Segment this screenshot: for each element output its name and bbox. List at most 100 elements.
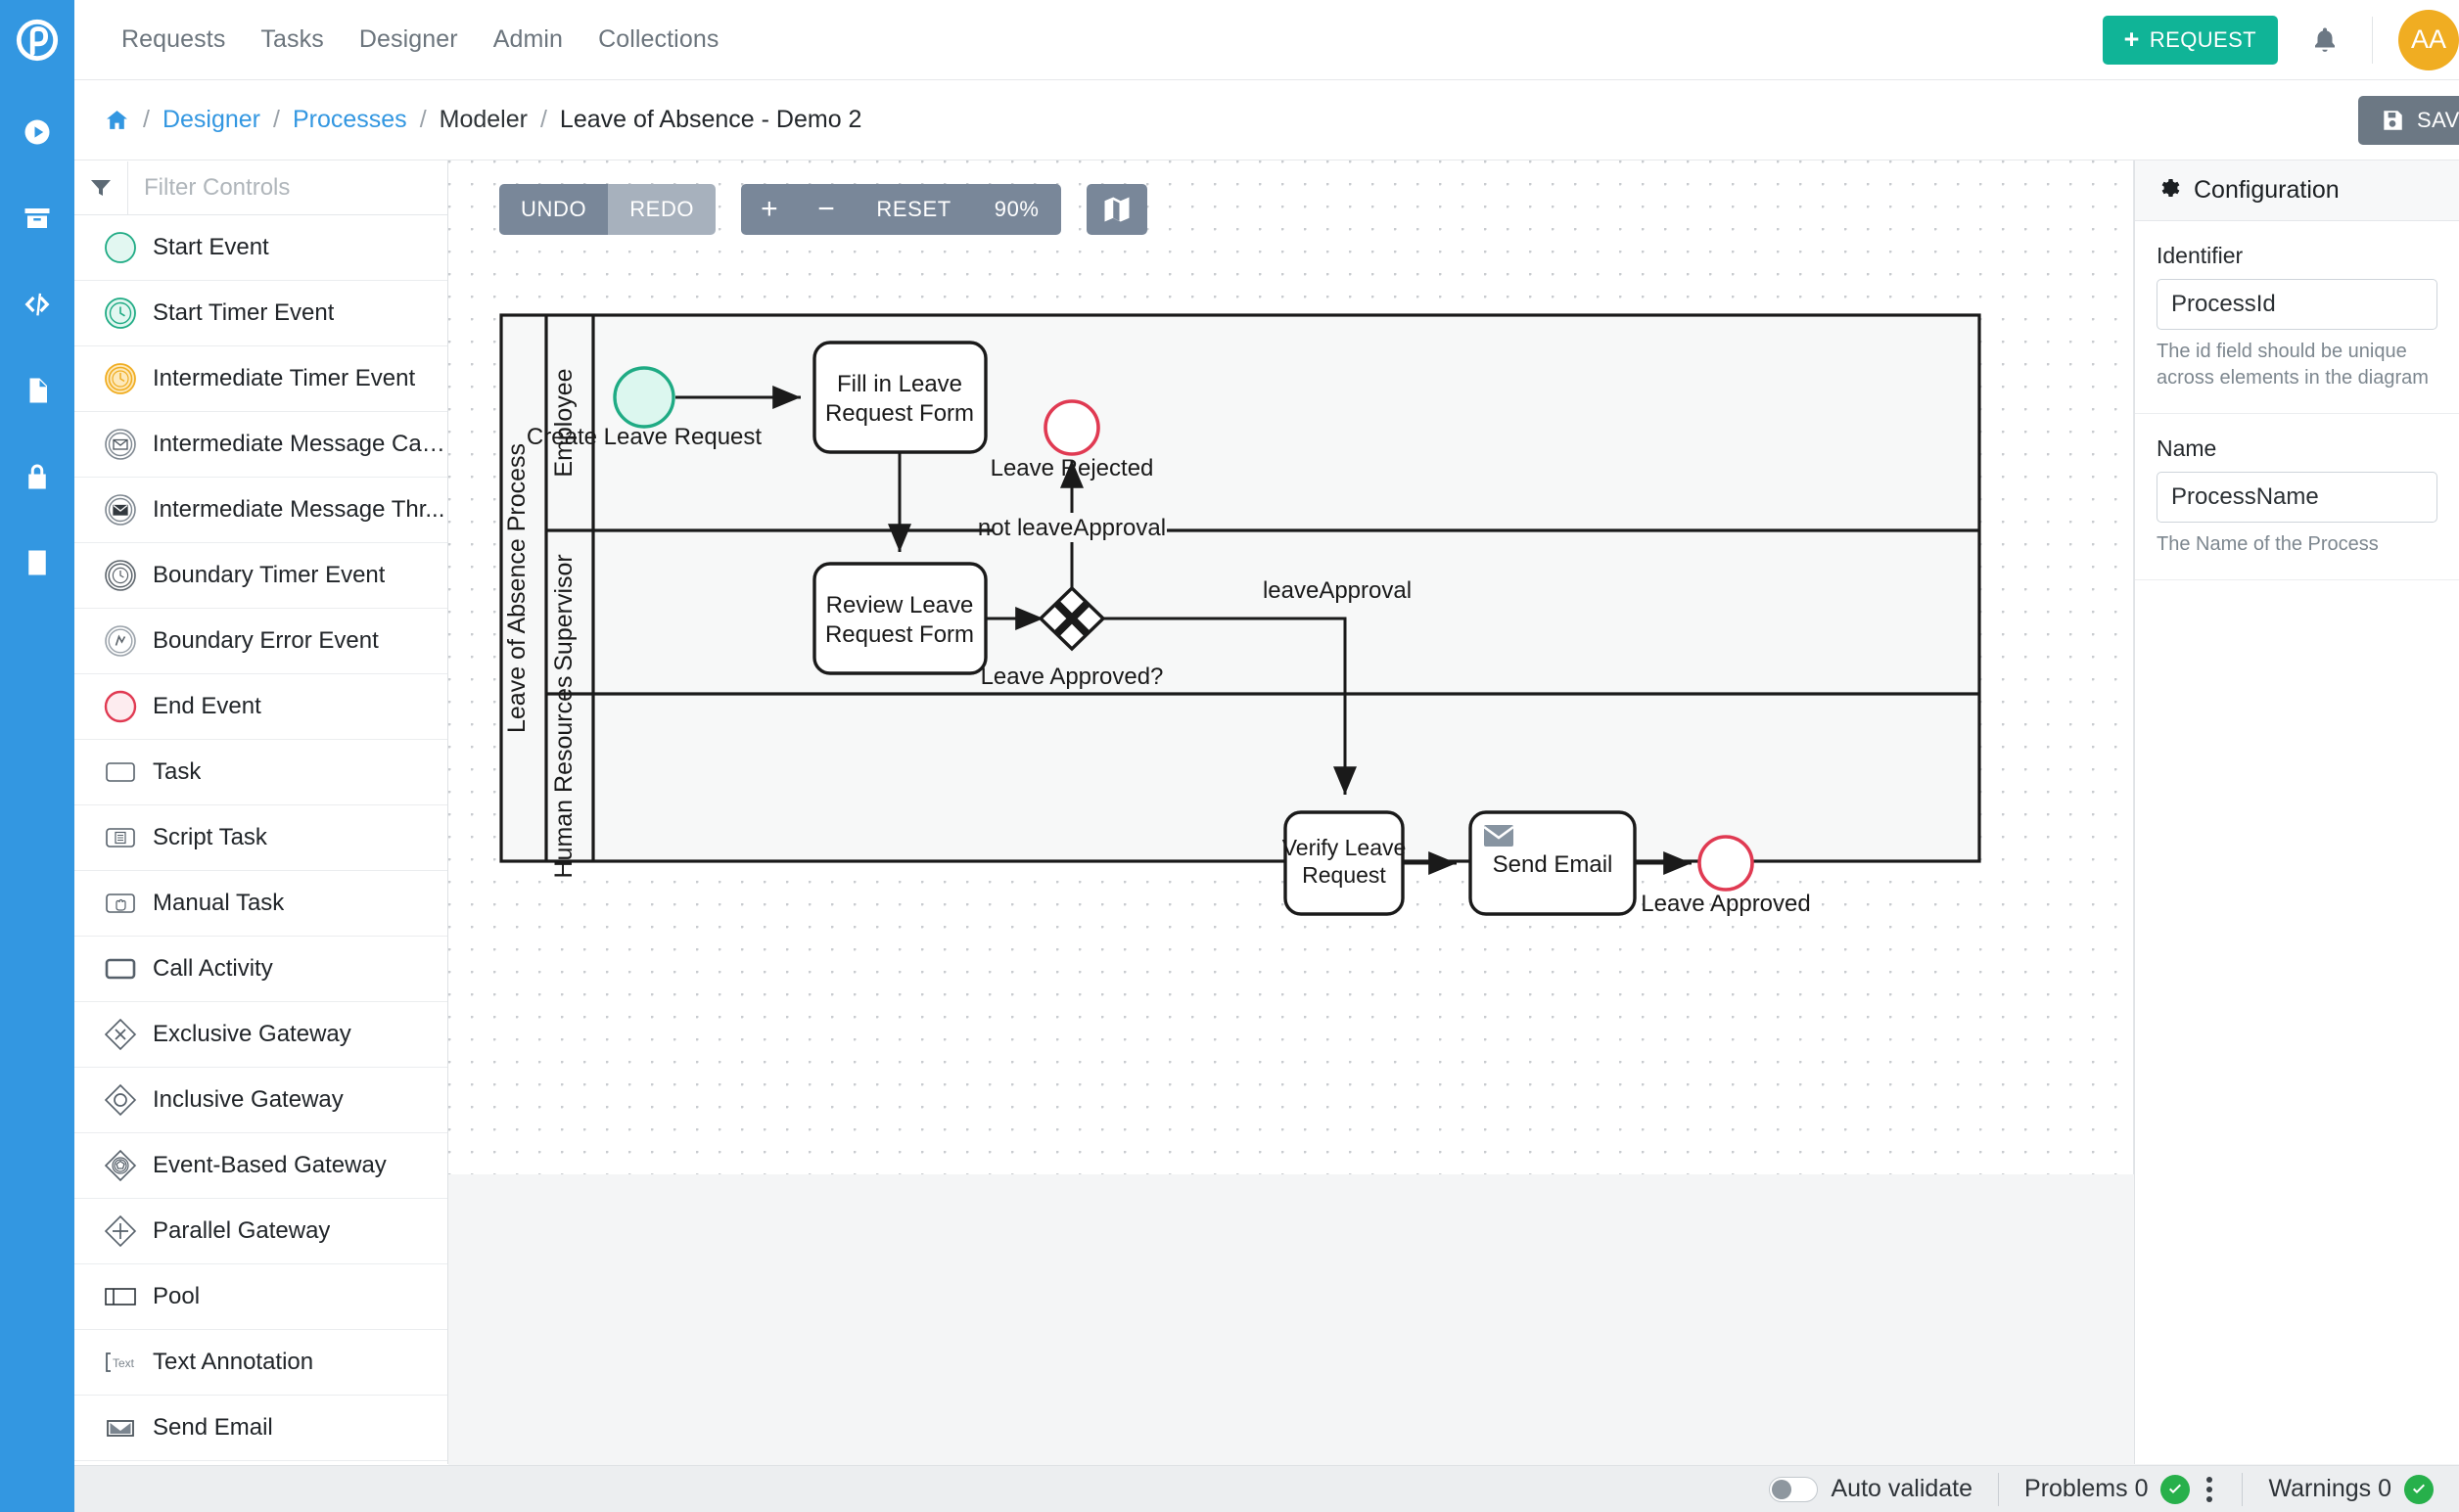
palette-item-call-activity[interactable]: Call Activity: [74, 937, 447, 1002]
palette-item-manual-task[interactable]: Manual Task: [74, 871, 447, 937]
palette-item-intermediate-message-cat[interactable]: Intermediate Message Cat...: [74, 412, 447, 478]
palette-item-label: End Event: [153, 693, 261, 719]
code-icon[interactable]: [0, 270, 74, 339]
palette-item-send-email[interactable]: Send Email: [74, 1396, 447, 1461]
breadcrumb-separator-3: /: [419, 106, 427, 133]
svg-text:Verify Leave: Verify Leave: [1282, 835, 1407, 860]
bell-icon[interactable]: [2278, 23, 2372, 57]
filter-icon: [74, 176, 127, 200]
start-event-icon: [88, 228, 153, 267]
breadcrumb-processes[interactable]: Processes: [293, 106, 407, 134]
breadcrumb-separator-2: /: [273, 106, 280, 133]
palette-item-label: Pool: [153, 1283, 201, 1309]
palette-item-label: Exclusive Gateway: [153, 1021, 351, 1047]
main-nav: Requests Tasks Designer Admin Collection…: [104, 25, 736, 54]
palette-item-start-event[interactable]: Start Event: [74, 215, 447, 281]
auto-validate-toggle[interactable]: [1769, 1476, 1819, 1502]
palette-item-boundary-timer-event[interactable]: Boundary Timer Event: [74, 543, 447, 609]
palette-item-text-annotation[interactable]: Text Text Annotation: [74, 1330, 447, 1396]
redo-button[interactable]: REDO: [608, 184, 717, 235]
palette-item-boundary-error-event[interactable]: Boundary Error Event: [74, 609, 447, 674]
configuration-panel: Configuration Identifier The id field sh…: [2134, 160, 2459, 1464]
identifier-input[interactable]: [2157, 279, 2437, 330]
svg-text:Text: Text: [113, 1356, 135, 1370]
manual-task-icon: [88, 884, 153, 923]
save-button[interactable]: SAVE: [2357, 96, 2459, 145]
palette-item-label: Script Task: [153, 824, 267, 850]
name-input[interactable]: [2157, 472, 2437, 523]
palette-item-label: Intermediate Timer Event: [153, 365, 416, 391]
boundary-error-event-icon: [88, 621, 153, 661]
home-icon[interactable]: [104, 105, 130, 136]
palette-item-label: Start Timer Event: [153, 299, 335, 326]
start-timer-event-icon: [88, 294, 153, 333]
call-activity-icon: [88, 949, 153, 988]
left-icon-rail: [0, 0, 74, 1512]
zoom-in-button[interactable]: +: [741, 184, 799, 235]
nav-item-tasks[interactable]: Tasks: [243, 25, 341, 54]
filter-controls-input[interactable]: [127, 160, 447, 214]
svg-text:Request Form: Request Form: [825, 400, 974, 427]
palette-item-event-based-gateway[interactable]: Event-Based Gateway: [74, 1133, 447, 1199]
check-circle-icon: [2160, 1474, 2191, 1504]
palette-item-parallel-gateway[interactable]: Parallel Gateway: [74, 1199, 447, 1264]
end-event-leave-approved: [1697, 835, 1754, 892]
app-logo[interactable]: [0, 0, 74, 80]
book-icon[interactable]: [0, 528, 74, 597]
palette-item-start-timer-event[interactable]: Start Timer Event: [74, 281, 447, 346]
breadcrumb-designer[interactable]: Designer: [162, 106, 260, 134]
bpmn-diagram[interactable]: Leave of Absence Process Employee Superv…: [448, 160, 2134, 1174]
document-icon[interactable]: [0, 356, 74, 425]
controls-palette: Start Event Start Timer Event Intermediate…: [74, 160, 448, 1464]
pool-label: Leave of Absence Process: [503, 443, 531, 733]
breadcrumb: / Designer / Processes / Modeler / Leave…: [104, 105, 861, 136]
nav-item-requests[interactable]: Requests: [104, 25, 243, 54]
svg-text:Review Leave: Review Leave: [826, 592, 974, 619]
undo-button[interactable]: UNDO: [499, 184, 609, 235]
lock-icon[interactable]: [0, 442, 74, 511]
archive-icon[interactable]: [0, 184, 74, 252]
intermediate-timer-event-icon: [88, 359, 153, 398]
nav-item-admin[interactable]: Admin: [476, 25, 580, 54]
palette-item-end-event[interactable]: End Event: [74, 674, 447, 740]
problems-menu-icon[interactable]: [2203, 1476, 2216, 1502]
palette-item-exclusive-gateway[interactable]: Exclusive Gateway: [74, 1002, 447, 1068]
palette-item-label: Intermediate Message Thr...: [153, 496, 445, 523]
zoom-level-label: 90%: [972, 184, 1061, 235]
send-email-icon: [88, 1408, 153, 1447]
identifier-help: The id field should be unique across ele…: [2157, 341, 2429, 389]
nav-item-designer[interactable]: Designer: [342, 25, 476, 54]
warnings-label: Warnings 0: [2268, 1475, 2391, 1502]
palette-item-label: Manual Task: [153, 890, 285, 916]
problems-label: Problems 0: [2024, 1475, 2149, 1502]
palette-item-script-task[interactable]: Script Task: [74, 805, 447, 871]
boundary-timer-event-icon: [88, 556, 153, 595]
problems-item[interactable]: Problems 0: [1999, 1474, 2242, 1504]
palette-item-intermediate-message-thr[interactable]: Intermediate Message Thr...: [74, 478, 447, 543]
page-title: Leave of Absence - Demo 2: [559, 106, 862, 133]
breadcrumb-modeler[interactable]: Modeler: [440, 106, 528, 134]
palette-item-label: Boundary Timer Event: [153, 562, 386, 588]
modeler-canvas[interactable]: UNDO REDO + − RESET 90% Leave of Absence…: [448, 160, 2134, 1174]
palette-item-pool[interactable]: Pool: [74, 1264, 447, 1330]
gear-icon: [2157, 176, 2180, 205]
task-icon: [88, 753, 153, 792]
warnings-item[interactable]: Warnings 0: [2243, 1474, 2459, 1504]
map-icon[interactable]: [1086, 184, 1147, 235]
zoom-reset-button[interactable]: RESET: [855, 184, 973, 235]
lane-label-employee: Employee: [550, 368, 578, 477]
nav-item-collections[interactable]: Collections: [580, 25, 736, 54]
zoom-out-button[interactable]: −: [798, 184, 856, 235]
intermediate-message-throw-icon: [88, 490, 153, 529]
configuration-title: Configuration: [2194, 176, 2340, 204]
palette-item-label: Event-Based Gateway: [153, 1152, 387, 1178]
palette-item-actions-by-email[interactable]: Actions By Email: [74, 1461, 447, 1464]
script-task-icon: [88, 818, 153, 857]
avatar[interactable]: AA: [2398, 9, 2459, 70]
palette-item-inclusive-gateway[interactable]: Inclusive Gateway: [74, 1068, 447, 1133]
new-request-label: REQUEST: [2149, 26, 2256, 52]
new-request-button[interactable]: + REQUEST: [2102, 15, 2278, 65]
palette-item-intermediate-timer-event[interactable]: Intermediate Timer Event: [74, 346, 447, 412]
palette-item-task[interactable]: Task: [74, 740, 447, 805]
play-circle-icon[interactable]: [0, 98, 74, 166]
